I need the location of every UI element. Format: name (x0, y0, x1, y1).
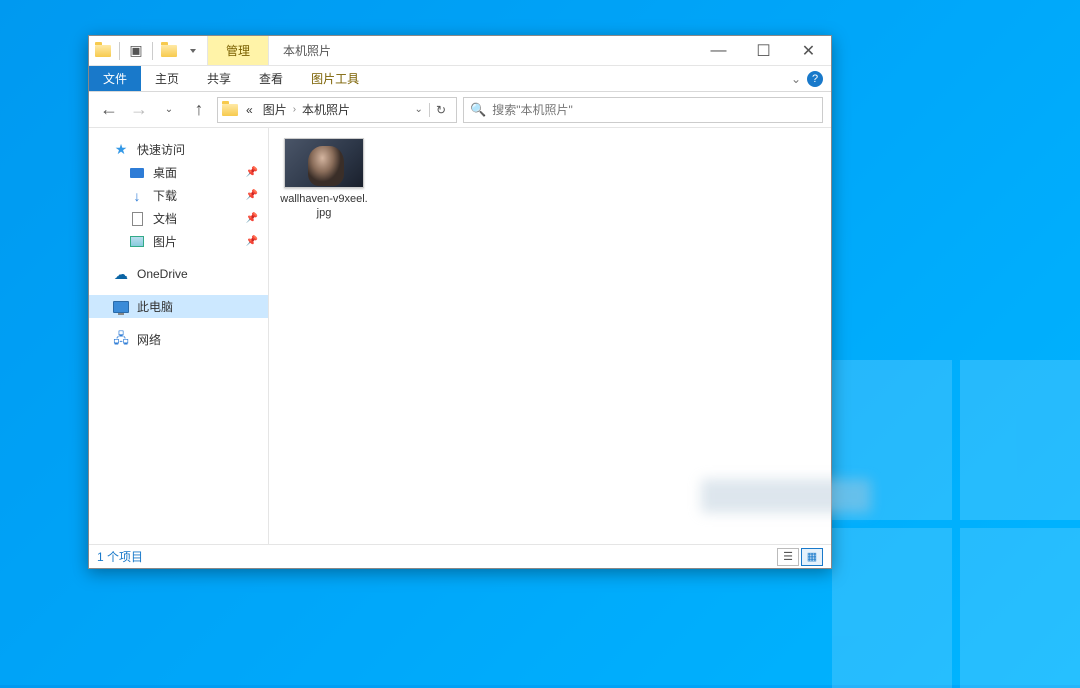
pin-icon: 📌 (246, 167, 258, 178)
forward-button[interactable]: → (127, 98, 151, 122)
close-button[interactable]: ✕ (786, 36, 831, 65)
search-icon: 🔍 (470, 102, 486, 118)
file-name: wallhaven-v9xeel.jpg (280, 192, 368, 221)
sidebar-network[interactable]: 🖧 网络 (89, 328, 268, 351)
maximize-button[interactable]: ☐ (741, 36, 786, 65)
folder-icon (93, 41, 113, 61)
network-icon: 🖧 (113, 332, 129, 348)
tab-picture-tools[interactable]: 图片工具 (297, 66, 373, 91)
window-controls: — ☐ ✕ (696, 36, 831, 65)
desktop-icon (129, 165, 145, 181)
search-input[interactable] (492, 103, 816, 117)
pin-icon: 📌 (246, 236, 258, 247)
star-icon: ★ (113, 142, 129, 158)
breadcrumb-current[interactable]: 本机照片 (298, 101, 354, 118)
pictures-icon (129, 234, 145, 250)
ribbon-tabs: 文件 主页 共享 查看 图片工具 ⌄ ? (89, 66, 831, 92)
view-details-button[interactable]: ☰ (777, 548, 799, 566)
tab-view[interactable]: 查看 (245, 66, 297, 91)
sidebar-label: 此电脑 (137, 298, 173, 315)
address-dropdown-icon[interactable]: ⌄ (411, 104, 427, 115)
pin-icon: 📌 (246, 190, 258, 201)
sidebar-onedrive[interactable]: ☁ OneDrive (89, 263, 268, 285)
contextual-tab-label: 管理 (207, 36, 269, 65)
cloud-icon: ☁ (113, 266, 129, 282)
navigation-pane: ★ 快速访问 桌面 📌 ↓ 下载 📌 文档 📌 (89, 128, 269, 544)
file-thumbnail (284, 138, 364, 188)
tab-home[interactable]: 主页 (141, 66, 193, 91)
sidebar-item-pictures[interactable]: 图片 📌 (89, 230, 268, 253)
breadcrumb-prefix: « (242, 103, 257, 117)
window-title: 本机照片 (269, 36, 345, 65)
sidebar-label: 网络 (137, 331, 161, 348)
sidebar-label: OneDrive (137, 267, 188, 281)
status-bar: 1 个项目 ☰ ▦ (89, 544, 831, 568)
item-count: 1 个项目 (97, 548, 143, 565)
tab-file[interactable]: 文件 (89, 66, 141, 91)
sidebar-item-documents[interactable]: 文档 📌 (89, 207, 268, 230)
sidebar-item-downloads[interactable]: ↓ 下载 📌 (89, 184, 268, 207)
sidebar-item-label: 文档 (153, 210, 177, 227)
back-button[interactable]: ← (97, 98, 121, 122)
recent-locations-dropdown[interactable]: ⌄ (157, 98, 181, 122)
sidebar-item-label: 下载 (153, 187, 177, 204)
minimize-button[interactable]: — (696, 36, 741, 65)
sidebar-this-pc[interactable]: 此电脑 (89, 295, 268, 318)
properties-icon[interactable]: ▣ (126, 41, 146, 61)
tab-share[interactable]: 共享 (193, 66, 245, 91)
quick-access-toolbar: ▣ (89, 36, 207, 65)
file-explorer-window: ▣ 管理 本机照片 — ☐ ✕ 文件 主页 共享 查看 图片工具 ⌄ ? ← →… (88, 35, 832, 569)
sidebar-item-label: 桌面 (153, 164, 177, 181)
download-icon: ↓ (129, 188, 145, 204)
sidebar-label: 快速访问 (137, 141, 185, 158)
file-item[interactable]: wallhaven-v9xeel.jpg (279, 138, 369, 221)
help-icon[interactable]: ? (807, 71, 823, 87)
navigation-row: ← → ⌄ ↑ « 图片 › 本机照片 ⌄ ↻ 🔍 (89, 92, 831, 128)
search-box[interactable]: 🔍 (463, 97, 823, 123)
address-bar[interactable]: « 图片 › 本机照片 ⌄ ↻ (217, 97, 457, 123)
qat-dropdown[interactable] (183, 41, 203, 61)
folder-icon (222, 104, 238, 116)
breadcrumb-pictures[interactable]: 图片 (259, 101, 291, 118)
blurred-region (701, 479, 871, 513)
pin-icon: 📌 (246, 213, 258, 224)
separator (152, 42, 153, 60)
new-folder-icon[interactable] (159, 41, 179, 61)
breadcrumb-separator-icon: › (293, 104, 296, 115)
sidebar-quick-access[interactable]: ★ 快速访问 (89, 138, 268, 161)
document-icon (129, 211, 145, 227)
view-thumbnails-button[interactable]: ▦ (801, 548, 823, 566)
refresh-button[interactable]: ↻ (429, 103, 452, 117)
separator (119, 42, 120, 60)
ribbon-collapse-icon[interactable]: ⌄ (791, 72, 801, 86)
pc-icon (113, 299, 129, 315)
sidebar-item-desktop[interactable]: 桌面 📌 (89, 161, 268, 184)
sidebar-item-label: 图片 (153, 233, 177, 250)
titlebar: ▣ 管理 本机照片 — ☐ ✕ (89, 36, 831, 66)
desktop-windows-logo (832, 360, 1080, 688)
up-button[interactable]: ↑ (187, 98, 211, 122)
